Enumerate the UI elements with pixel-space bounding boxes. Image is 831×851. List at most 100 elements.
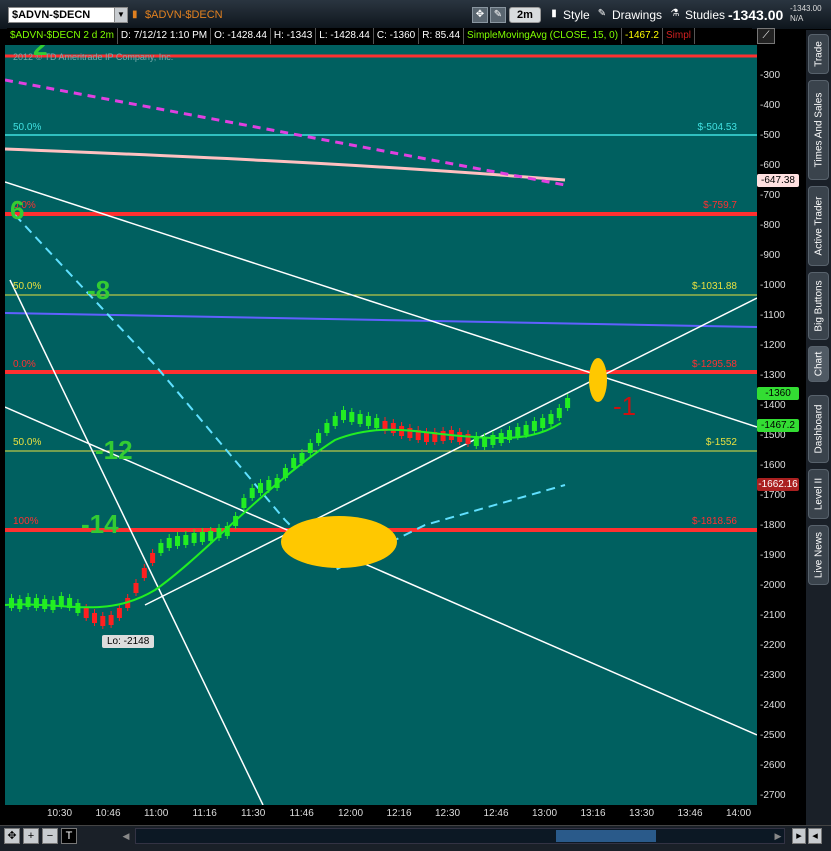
white-trendline-4 <box>9 279 264 805</box>
interval-button[interactable]: 2m <box>509 7 541 23</box>
fib-value-1: $-504.53 <box>697 122 737 133</box>
studies-menu[interactable]: Studies <box>685 8 725 22</box>
pink-moving-average <box>5 147 566 182</box>
info-close: C: -1360 <box>374 28 420 44</box>
annotation-minus-1: -1 <box>613 391 637 421</box>
price-axis-tick: -2300 <box>760 670 786 681</box>
studies-icon[interactable]: ⚗ <box>667 7 683 23</box>
side-tab-bar: Trade Times And Sales Active Trader Big … <box>806 30 831 825</box>
price-axis-tick: -1800 <box>760 520 786 531</box>
axis-label-pink-sma: -647.38 <box>757 174 799 187</box>
price-axis-tick: -2600 <box>760 760 786 771</box>
price-axis-tick: -300 <box>760 70 781 81</box>
fib-pct-1: 50.0% <box>13 122 42 133</box>
low-label: Lo: -2148 <box>102 635 155 648</box>
price-axis-tick: -2000 <box>760 580 786 591</box>
fib-value-3: $-1031.88 <box>691 281 737 292</box>
price-axis-tick: -2700 <box>760 790 786 801</box>
info-date: D: 7/12/12 1:10 PM <box>118 28 212 44</box>
time-axis-tick: 10:30 <box>47 808 73 819</box>
info-range: R: 85.44 <box>419 28 465 44</box>
price-axis-tick: -1400 <box>760 400 786 411</box>
time-axis-tick: 13:00 <box>532 808 558 819</box>
price-axis-tick: -2200 <box>760 640 786 651</box>
expand-left-icon[interactable]: ▸ <box>792 828 806 844</box>
tab-level-ii[interactable]: Level II <box>808 469 829 519</box>
fib-value-5: $-1552 <box>705 437 737 448</box>
annotation-6: 6 <box>10 195 25 225</box>
symbol-dropdown-icon[interactable]: ▼ <box>114 7 128 23</box>
info-high: H: -1343 <box>271 28 317 44</box>
drawings-menu[interactable]: Drawings <box>612 8 662 22</box>
last-price: -1343.00 <box>728 7 784 23</box>
info-symbol: $ADVN-$DECN 2 d 2m <box>7 28 118 44</box>
pan-icon[interactable]: ✥ <box>4 828 20 844</box>
price-axis-tick: -1300 <box>760 370 786 381</box>
mini-na: N/A <box>790 14 804 23</box>
mini-price: -1343.00 <box>790 4 822 13</box>
axis-label-price: -1360 <box>757 387 799 400</box>
expand-right-icon[interactable]: ◂ <box>808 828 822 844</box>
info-sma-label: SimpleMovingAvg (CLOSE, 15, 0) <box>464 28 623 44</box>
tab-times-and-sales[interactable]: Times And Sales <box>808 80 829 180</box>
tab-active-trader[interactable]: Active Trader <box>808 186 829 266</box>
price-axis-tick: -2500 <box>760 730 786 741</box>
scroll-left-icon[interactable]: ◀ <box>120 828 132 844</box>
axis-label-sma: -1467.2 <box>757 419 799 432</box>
fib-pct-4: 0.0% <box>13 359 36 370</box>
magenta-dashed-line <box>5 78 566 187</box>
axis-label-red: -1662.16 <box>757 478 799 491</box>
info-more: Simpl <box>663 28 695 44</box>
chart-settings-icon[interactable]: ⟋ <box>757 28 775 44</box>
info-open: O: -1428.44 <box>211 28 271 44</box>
time-axis-tick: 11:16 <box>192 808 217 819</box>
pencil-icon[interactable]: ✎ <box>594 7 610 23</box>
wrench-icon[interactable]: ✎ <box>490 7 506 23</box>
info-low: L: -1428.44 <box>316 28 374 44</box>
tab-dashboard[interactable]: Dashboard <box>808 395 829 463</box>
style-menu[interactable]: Style <box>563 8 590 22</box>
tab-trade[interactable]: Trade <box>808 34 829 74</box>
tab-big-buttons[interactable]: Big Buttons <box>808 272 829 340</box>
time-axis-tick: 14:00 <box>726 808 752 819</box>
zoom-in-icon[interactable]: + <box>23 828 39 844</box>
zoom-out-icon[interactable]: − <box>42 828 58 844</box>
fib-value-2: $-759.7 <box>703 200 737 211</box>
symbol-input[interactable]: $ADVN-$DECN <box>8 7 128 23</box>
time-axis-tick: 13:16 <box>580 808 606 819</box>
text-tool-icon[interactable]: T <box>61 828 77 844</box>
time-axis-tick: 10:46 <box>95 808 121 819</box>
price-axis-tick: -1600 <box>760 460 786 471</box>
white-trendline-1 <box>5 181 757 428</box>
price-axis-tick: -500 <box>760 130 781 141</box>
fib-value-6: $-1818.56 <box>691 516 737 527</box>
symbol-link-icon[interactable]: ▮ <box>132 9 142 21</box>
tab-chart[interactable]: Chart <box>808 346 829 382</box>
chart-canvas <box>5 54 757 805</box>
price-axis-tick: -700 <box>760 190 781 201</box>
info-sma-value: -1467.2 <box>622 28 663 44</box>
fib-value-4: $-1295.58 <box>691 359 737 370</box>
price-axis-tick: -1900 <box>760 550 786 561</box>
time-axis-tick: 12:46 <box>483 808 509 819</box>
scroll-right-icon[interactable]: ▶ <box>772 828 784 844</box>
scrollbar-thumb[interactable] <box>556 830 656 842</box>
price-axis-tick: -2100 <box>760 610 786 621</box>
title-bar: $ADVN-$DECN ▼ ▮ $ADVN-$DECN ✥ ✎ 2m ▮ Sty… <box>0 0 831 30</box>
price-axis[interactable]: -300 -400 -500 -600 -700 -800 -900 -1000 -1100 -1… <box>757 45 803 805</box>
price-chart[interactable]: 2012 © TD Ameritrade IP Company, Inc. 50… <box>5 45 757 805</box>
tab-live-news[interactable]: Live News <box>808 525 829 585</box>
highlight-ellipse-2 <box>589 358 607 402</box>
annotation-minus-14: -14 <box>81 509 119 539</box>
price-axis-tick: -1200 <box>760 340 786 351</box>
price-axis-tick: -1700 <box>760 490 786 501</box>
fib-pct-5: 50.0% <box>13 437 42 448</box>
time-axis-tick: 13:46 <box>677 808 703 819</box>
time-scrollbar[interactable] <box>135 828 785 844</box>
chart-info-bar: $ADVN-$DECN 2 d 2m D: 7/12/12 1:10 PM O: -… <box>7 28 752 44</box>
time-axis[interactable]: 10:30 10:46 11:00 11:16 11:30 11:46 12:00 12:16… <box>5 805 757 825</box>
time-axis-tick: 12:16 <box>386 808 412 819</box>
crosshair-icon[interactable]: ✥ <box>472 7 488 23</box>
style-icon[interactable]: ▮ <box>546 7 562 23</box>
annotation-minus-8: -8 <box>87 275 111 305</box>
